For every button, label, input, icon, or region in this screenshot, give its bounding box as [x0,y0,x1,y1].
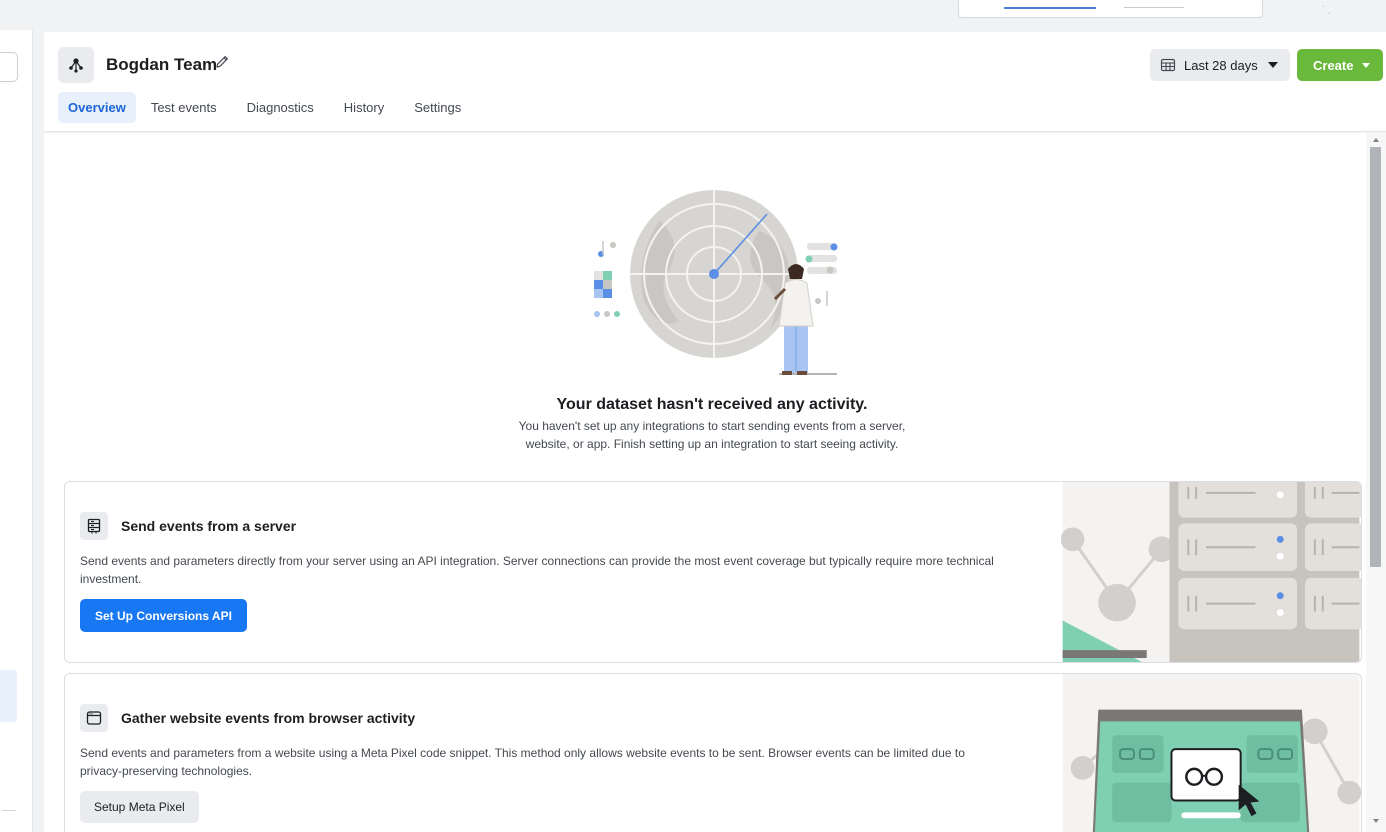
date-range-dropdown[interactable]: Last 28 days [1150,49,1290,81]
card-title: Gather website events from browser activ… [121,710,416,726]
popup-divider [1124,7,1184,8]
dataset-header: Bogdan Team Overview Test events Diagnos… [44,32,1386,132]
tab-diagnostics[interactable]: Diagnostics [232,92,329,123]
browser-pixel-card: Gather website events from browser activ… [64,673,1362,832]
server-integration-card: Send events from a server Send events an… [64,481,1362,663]
overview-content: Your dataset hasn't received any activit… [44,133,1366,832]
card-description: Send events and parameters directly from… [80,554,994,586]
create-button-label: Create [1313,57,1354,73]
dataset-title: Bogdan Team [106,55,218,74]
pencil-edit-icon[interactable] [214,54,230,75]
tab-test-events[interactable]: Test events [136,92,232,123]
scroll-up-arrow-icon[interactable] [1373,138,1379,142]
tab-bar: Overview Test events Diagnostics History… [58,92,476,123]
server-rack-illustration [1061,482,1361,662]
card-description: Send events and parameters from a websit… [80,746,965,778]
empty-state-description: You haven't set up any integrations to s… [518,419,906,451]
top-dropdown-popup [958,0,1263,18]
set-up-conversions-api-button[interactable]: Set Up Conversions API [80,599,247,632]
top-right-glyphs: ˈ ˌ [1322,4,1331,14]
date-range-label: Last 28 days [1184,57,1258,73]
scrollbar-thumb[interactable] [1370,147,1381,567]
empty-state-title: Your dataset hasn't received any activit… [556,396,868,413]
dataset-icon [58,47,94,83]
browser-pixel-illustration [1062,674,1361,832]
chevron-down-icon [1362,62,1371,68]
calendar-table-icon [1160,58,1176,72]
server-icon [80,512,108,540]
vertical-scrollbar[interactable] [1366,133,1386,832]
popup-accent-line [1004,7,1096,9]
tab-settings[interactable]: Settings [399,92,476,123]
tab-overview[interactable]: Overview [58,92,136,123]
sidebar-divider [2,810,16,811]
network-nodes-icon [69,58,83,73]
radar-scientist-illustration [594,190,838,375]
chevron-down-icon [1267,62,1278,68]
left-sidebar [0,30,33,832]
sidebar-search-input[interactable] [0,52,18,82]
tab-history[interactable]: History [329,92,399,123]
browser-window-icon [80,704,108,732]
sidebar-item-active[interactable] [0,670,17,722]
card-title: Send events from a server [121,518,297,534]
scroll-down-arrow-icon[interactable] [1373,819,1379,823]
create-button[interactable]: Create [1297,49,1383,81]
setup-meta-pixel-button[interactable]: Setup Meta Pixel [80,791,199,823]
